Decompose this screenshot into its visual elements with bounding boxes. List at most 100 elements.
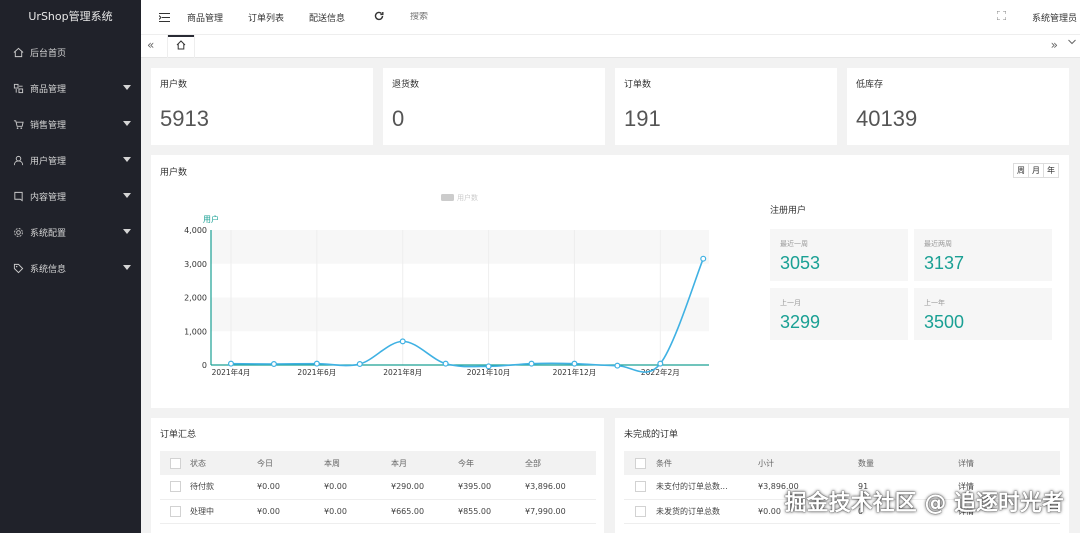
nav-goods[interactable]: 商品管理 — [187, 11, 223, 24]
gear-icon — [12, 226, 24, 238]
stat-title: 订单数 — [624, 80, 652, 90]
table-row: 待付款 ¥0.00 ¥0.00 ¥290.00 ¥395.00 ¥3,896.0… — [160, 475, 596, 500]
table-header-row: 条件 小计 数量 详情 — [624, 451, 1060, 475]
sidebar-item-label: 系统配置 — [30, 228, 67, 239]
range-month-button[interactable]: 月 — [1028, 164, 1043, 177]
chart-band — [211, 230, 709, 264]
table-row: 处理中 ¥0.00 ¥0.00 ¥665.00 ¥855.00 ¥7,990.0… — [160, 499, 596, 524]
chart-band — [211, 297, 709, 332]
select-all-checkbox[interactable] — [160, 451, 190, 475]
data-point — [657, 360, 664, 367]
tab-scroll-left-icon[interactable]: « — [147, 38, 154, 52]
menu-toggle-icon[interactable] — [141, 12, 187, 22]
column-header[interactable]: 本月 — [391, 451, 458, 475]
y-tick-label: 4,000 — [184, 226, 207, 235]
y-axis-label: 用户 — [203, 214, 219, 224]
watermark-text: 掘金技术社区 @ 追逐时光者 — [784, 491, 1064, 516]
stat-card-orders: 订单数 191 — [615, 68, 837, 145]
nav-shipping[interactable]: 配送信息 — [309, 11, 345, 24]
sidebar-item-label: 后台首页 — [30, 48, 67, 59]
refresh-icon[interactable] — [374, 11, 384, 24]
column-header[interactable]: 全部 — [525, 451, 596, 475]
stat-title: 退货数 — [392, 80, 420, 90]
sidebar-item-2[interactable]: 销售管理 — [0, 106, 141, 142]
reg-stat-label: 最近一周 — [780, 240, 808, 248]
column-header[interactable]: 状态 — [190, 451, 257, 475]
order-summary-panel: 订单汇总 状态 今日 本周 本月 今年 全部 待付款 ¥0.00 ¥0.00 ¥… — [151, 418, 604, 533]
stat-value: 40139 — [856, 106, 918, 131]
fullscreen-icon[interactable] — [996, 10, 1007, 23]
x-tick-label: 2021年6月 — [297, 367, 336, 377]
legend-label: 用户数 — [457, 193, 478, 202]
caret-down-icon — [123, 157, 131, 162]
row-checkbox[interactable] — [160, 499, 190, 524]
reg-stat-label: 上一月 — [780, 299, 801, 307]
data-point — [614, 362, 621, 369]
sidebar-item-1[interactable]: 商品管理 — [0, 70, 141, 106]
sidebar-item-label: 销售管理 — [30, 120, 67, 131]
sidebar-item-4[interactable]: 内容管理 — [0, 178, 141, 214]
row-checkbox[interactable] — [160, 475, 190, 500]
range-year-button[interactable]: 年 — [1043, 164, 1058, 177]
content-icon — [12, 190, 24, 202]
sidebar-item-3[interactable]: 用户管理 — [0, 142, 141, 178]
column-header[interactable]: 今日 — [257, 451, 324, 475]
sidebar-item-label: 商品管理 — [30, 84, 67, 95]
column-header[interactable]: 今年 — [458, 451, 525, 475]
column-header[interactable]: 数量 — [858, 451, 958, 475]
data-point — [313, 360, 320, 367]
tab-scroll-right-icon[interactable]: » — [1051, 38, 1058, 52]
table-cell: ¥855.00 — [458, 499, 525, 524]
reg-stat-two-weeks: 最近两周 3137 — [914, 229, 1052, 281]
tag-icon — [12, 262, 24, 274]
reg-stat-week: 最近一周 3053 — [770, 229, 908, 281]
row-checkbox[interactable] — [624, 475, 656, 500]
row-checkbox[interactable] — [624, 499, 656, 524]
x-tick-label: 2021年12月 — [553, 367, 597, 377]
table-cell: ¥0.00 — [324, 499, 391, 524]
tab-home[interactable] — [167, 35, 195, 58]
stat-value: 0 — [392, 106, 405, 131]
column-header[interactable]: 小计 — [758, 451, 858, 475]
admin-user-menu[interactable]: 系统管理员 — [1032, 11, 1080, 24]
table-cell: ¥3,896.00 — [525, 475, 596, 500]
stat-card-returns: 退货数 0 — [383, 68, 605, 145]
data-point — [442, 360, 449, 367]
table-cell: ¥290.00 — [391, 475, 458, 500]
range-week-button[interactable]: 周 — [1014, 164, 1028, 177]
table-cell: ¥395.00 — [458, 475, 525, 500]
sidebar-item-6[interactable]: 系统信息 — [0, 250, 141, 286]
tab-bar: « » — [141, 34, 1080, 58]
table-cell: 待付款 — [190, 475, 257, 500]
x-tick-label: 2021年4月 — [212, 367, 251, 377]
table-cell: ¥7,990.00 — [525, 499, 596, 524]
table-cell: ¥0.00 — [324, 475, 391, 500]
home-icon — [176, 40, 186, 53]
select-all-checkbox[interactable] — [624, 451, 656, 475]
table-cell: 未支付的订单总数... — [656, 475, 758, 500]
column-header[interactable]: 条件 — [656, 451, 758, 475]
y-tick-label: 2,000 — [184, 294, 207, 303]
table-cell: 未发货的订单总数 — [656, 499, 758, 524]
stat-title: 用户数 — [160, 80, 188, 90]
table-cell: 处理中 — [190, 499, 257, 524]
sidebar-item-5[interactable]: 系统配置 — [0, 214, 141, 250]
cart-icon — [12, 118, 24, 130]
chevron-down-icon[interactable] — [1068, 38, 1076, 48]
search-input[interactable] — [410, 12, 531, 22]
column-header[interactable]: 本周 — [324, 451, 391, 475]
table-cell: ¥0.00 — [257, 475, 324, 500]
table-cell: ¥665.00 — [391, 499, 458, 524]
user-icon — [12, 154, 24, 166]
reg-stat-value: 3053 — [780, 253, 821, 273]
sidebar-item-0[interactable]: 后台首页 — [0, 34, 141, 70]
home-icon — [12, 46, 24, 58]
reg-stat-last-month: 上一月 3299 — [770, 288, 908, 340]
data-point — [356, 360, 363, 367]
reg-stat-value: 3500 — [924, 312, 965, 332]
order-summary-table: 状态 今日 本周 本月 今年 全部 待付款 ¥0.00 ¥0.00 ¥290.0… — [160, 451, 596, 524]
nav-orders[interactable]: 订单列表 — [248, 11, 284, 24]
data-point — [227, 360, 234, 367]
data-point — [571, 360, 578, 367]
column-header[interactable]: 详情 — [958, 451, 1060, 475]
